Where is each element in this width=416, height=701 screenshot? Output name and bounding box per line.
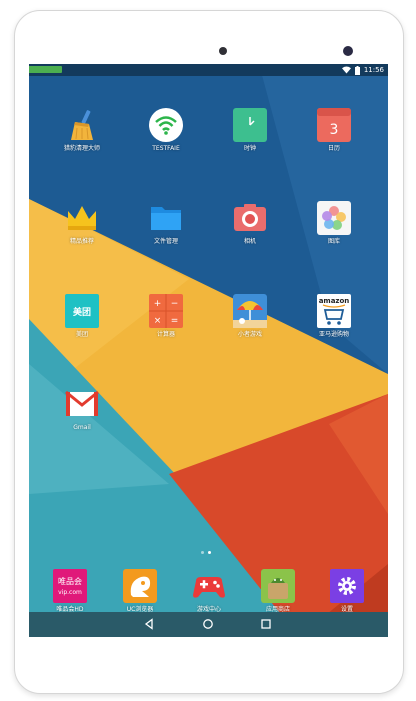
vip-brand-url: vip.com (58, 589, 82, 596)
folder-icon (149, 201, 183, 235)
crown-icon (65, 201, 99, 235)
meituan-app[interactable]: 美团 美团 (52, 294, 112, 339)
recommend-app[interactable]: 精品推荐 (52, 201, 112, 246)
amazon-brand-text: amazon (319, 297, 350, 305)
cleaner-app[interactable]: 猎豹清理大师 (52, 108, 112, 153)
home-screen: 11:56 猎豹清理大师 TESTFAIE 时钟 3 日历 精品推荐 文件管理 … (29, 64, 388, 637)
navigation-bar (29, 612, 388, 637)
amazon-icon: amazon (317, 294, 351, 328)
calendar-app[interactable]: 3 日历 (304, 108, 364, 153)
gear-icon (330, 569, 364, 603)
app-label: 亚马逊购物 (318, 331, 349, 338)
testfaie-app[interactable]: TESTFAIE (136, 108, 196, 153)
settings-app[interactable]: 设置 (317, 569, 377, 614)
vip-app[interactable]: 唯品会 vip.com 唯品会HD (40, 569, 100, 614)
status-bar: 11:56 (29, 64, 388, 76)
page-dot[interactable] (201, 551, 204, 554)
calculator-app[interactable]: + − × = 计算器 (136, 294, 196, 339)
battery-icon (354, 65, 360, 75)
app-label: Gmail (73, 424, 91, 431)
recents-icon[interactable] (260, 618, 272, 630)
app-label: 时钟 (243, 145, 256, 152)
app-label: 文件管理 (153, 238, 178, 245)
clock-icon (233, 108, 267, 142)
vip-brand-text: 唯品会 (58, 576, 82, 586)
gallery-app[interactable]: 图库 (304, 201, 364, 246)
amazon-app[interactable]: amazon 亚马逊购物 (304, 294, 364, 339)
beach-game-icon (233, 294, 267, 328)
gmail-icon (65, 387, 99, 421)
mini-games-app[interactable]: 小者游戏 (220, 294, 280, 339)
status-time: 11:56 (363, 66, 384, 74)
uc-browser-app[interactable]: UC浏览器 (110, 569, 170, 614)
app-label: 精品推荐 (69, 238, 94, 245)
app-label: 美团 (75, 331, 88, 338)
svg-text:=: = (171, 316, 179, 326)
camera-app[interactable]: 相机 (220, 201, 280, 246)
svg-text:+: + (154, 299, 162, 309)
wifi-test-icon (149, 108, 183, 142)
app-label: 计算器 (156, 331, 175, 338)
uc-squirrel-icon (123, 569, 157, 603)
calendar-date: 3 (330, 122, 339, 138)
calendar-icon: 3 (317, 108, 351, 142)
meituan-brand-text: 美团 (73, 306, 91, 318)
clock-app[interactable]: 时钟 (220, 108, 280, 153)
app-label: 小者游戏 (237, 331, 262, 338)
front-sensor (219, 47, 227, 55)
app-label: TESTFAIE (152, 145, 180, 152)
app-label: 相机 (243, 238, 256, 245)
app-label: 图库 (327, 238, 340, 245)
home-icon[interactable] (202, 618, 214, 630)
app-label: 日历 (327, 145, 340, 152)
game-center-app[interactable]: 游戏中心 (179, 569, 239, 614)
back-icon[interactable] (143, 618, 155, 630)
gmail-app[interactable]: Gmail (52, 387, 112, 432)
svg-text:−: − (171, 299, 179, 309)
vip-icon: 唯品会 vip.com (53, 569, 87, 603)
file-manager-app[interactable]: 文件管理 (136, 201, 196, 246)
svg-text:×: × (154, 316, 162, 326)
calculator-icon: + − × = (149, 294, 183, 328)
wifi-icon (341, 66, 351, 74)
page-dot-active[interactable] (208, 551, 211, 554)
meituan-icon: 美团 (65, 294, 99, 328)
gallery-icon (317, 201, 351, 235)
app-notification-icon (29, 66, 62, 73)
gamepad-icon (192, 569, 226, 603)
app-label: 猎豹清理大师 (63, 145, 100, 152)
page-indicator (201, 551, 211, 554)
android-store-icon (261, 569, 295, 603)
front-camera (343, 46, 353, 56)
camera-icon (233, 201, 267, 235)
broom-icon (65, 108, 99, 142)
app-store-app[interactable]: 应用商店 (248, 569, 308, 614)
